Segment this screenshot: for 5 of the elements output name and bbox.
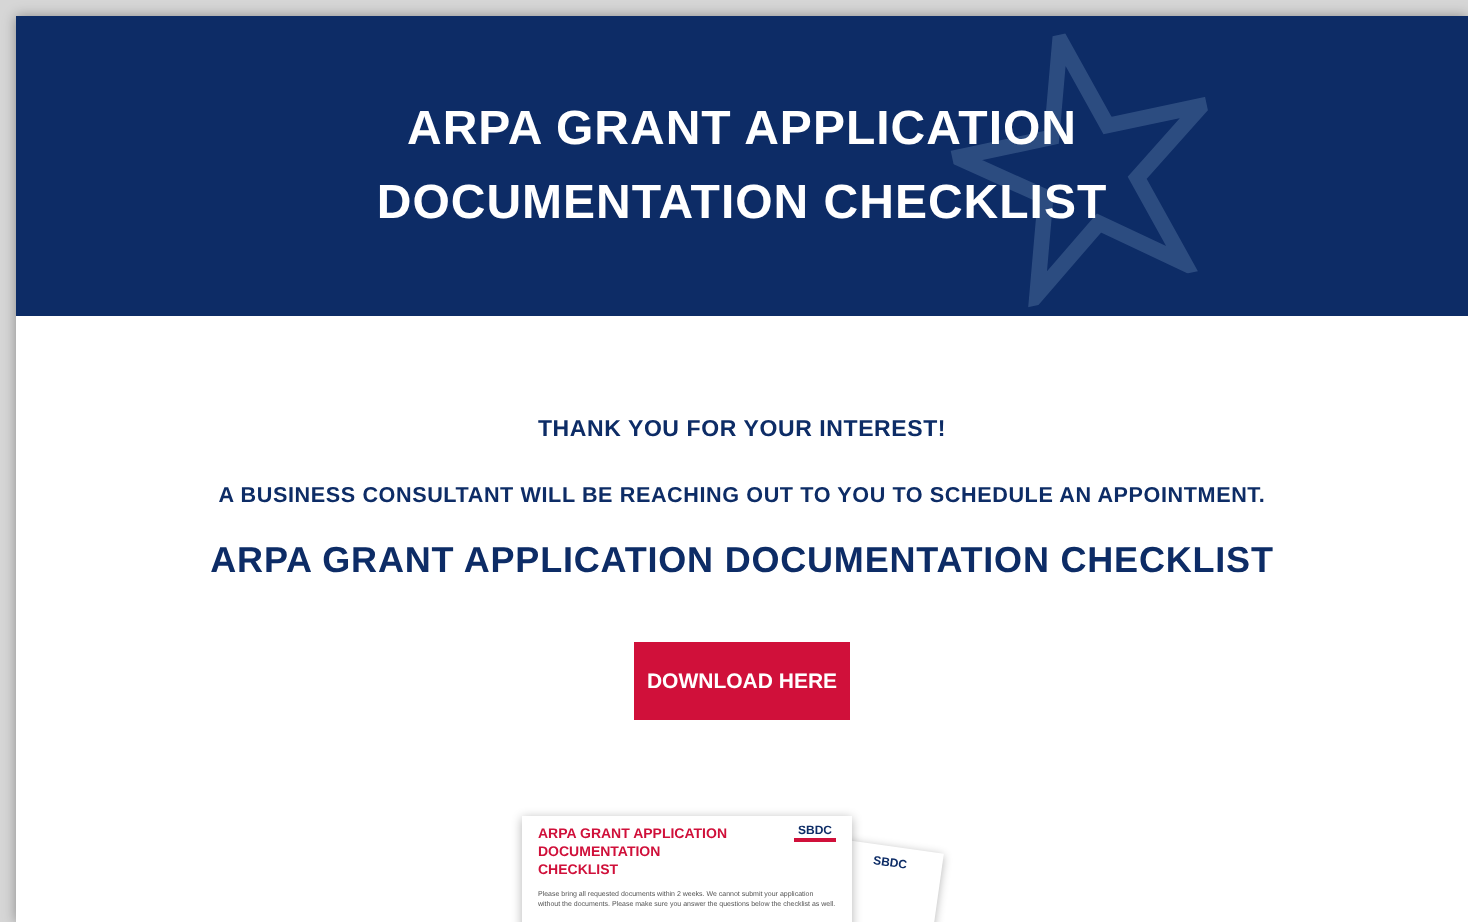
- download-button[interactable]: DOWNLOAD HERE: [634, 642, 850, 720]
- thanks-text: THANK YOU FOR YOUR INTEREST!: [537, 418, 947, 442]
- page-title: ARPA GRANT APPLICATION DOCUMENTATION CHECKLIST: [374, 100, 1110, 234]
- section-heading: ARPA GRANT APPLICATION DOCUMENTATION CHECKLIST: [210, 540, 1274, 582]
- message-text: A BUSINESS CONSULTANT WILL BE REACHING OUT TO YOU TO SCHEDULE AN APPOINTMENT.: [218, 484, 1266, 508]
